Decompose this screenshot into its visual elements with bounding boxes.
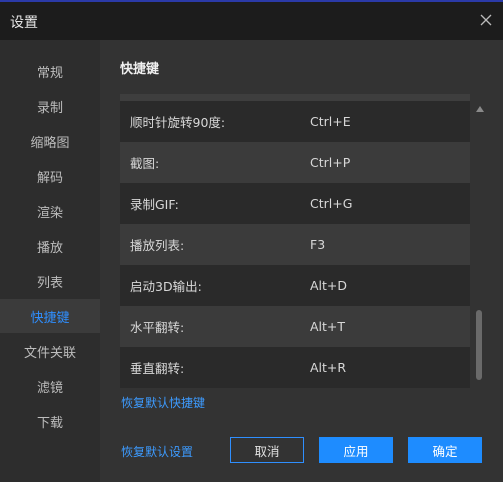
sidebar-item-record[interactable]: 录制 xyxy=(0,89,100,123)
sidebar-item-label: 下载 xyxy=(36,415,63,431)
window-title: 设置 xyxy=(10,15,38,31)
shortcut-key[interactable]: Ctrl+P xyxy=(310,155,350,170)
shortcut-row[interactable]: 顺时针旋转90度: Ctrl+E xyxy=(120,101,470,142)
shortcut-row[interactable]: 播放列表: F3 xyxy=(120,224,470,265)
shortcut-key[interactable]: Ctrl+G xyxy=(310,196,352,211)
sidebar-item-thumbnail[interactable]: 缩略图 xyxy=(0,124,100,158)
restore-default-shortcuts-link[interactable]: 恢复默认快捷键 xyxy=(121,394,205,411)
shortcut-key[interactable]: Alt+R xyxy=(310,360,346,375)
scrollbar-thumb[interactable] xyxy=(476,310,482,380)
shortcut-row[interactable]: 截图: Ctrl+P xyxy=(120,142,470,183)
sidebar-item-filter[interactable]: 滤镜 xyxy=(0,369,100,403)
sidebar-item-label: 快捷键 xyxy=(30,310,70,326)
shortcut-row[interactable]: 录制GIF: Ctrl+G xyxy=(120,183,470,224)
scroll-up-arrow-icon xyxy=(476,106,484,112)
shortcut-key[interactable]: Alt+D xyxy=(310,278,347,293)
sidebar: 常规 录制 缩略图 解码 渲染 播放 列表 快捷键 文件关联 滤镜 下载 xyxy=(0,40,100,482)
shortcut-name: 截图: xyxy=(130,156,160,171)
sidebar-item-render[interactable]: 渲染 xyxy=(0,194,100,228)
shortcut-list: 顺时针旋转90度: Ctrl+E 截图: Ctrl+P 录制GIF: Ctrl+… xyxy=(120,94,470,388)
shortcut-key[interactable]: F3 xyxy=(310,237,325,252)
shortcut-key[interactable]: Ctrl+E xyxy=(310,114,351,129)
shortcut-name: 顺时针旋转90度: xyxy=(130,115,226,130)
shortcut-name: 水平翻转: xyxy=(130,320,185,335)
shortcut-name: 录制GIF: xyxy=(130,197,179,212)
sidebar-item-label: 渲染 xyxy=(36,205,63,221)
apply-button[interactable]: 应用 xyxy=(319,437,393,463)
close-icon xyxy=(480,14,492,26)
shortcut-name: 启动3D输出: xyxy=(130,279,202,294)
sidebar-item-list[interactable]: 列表 xyxy=(0,264,100,298)
sidebar-item-file-association[interactable]: 文件关联 xyxy=(0,334,100,368)
restore-default-settings-link[interactable]: 恢复默认设置 xyxy=(121,443,193,460)
ok-button[interactable]: 确定 xyxy=(408,437,482,463)
sidebar-item-shortcuts[interactable]: 快捷键 xyxy=(0,299,100,333)
shortcut-name: 垂直翻转: xyxy=(130,361,185,376)
title-bar: 设置 xyxy=(0,0,503,40)
close-button[interactable] xyxy=(477,11,495,29)
sidebar-item-label: 滤镜 xyxy=(36,380,63,396)
sidebar-item-label: 文件关联 xyxy=(23,345,76,361)
scroll-up-button[interactable] xyxy=(475,98,485,117)
sidebar-item-download[interactable]: 下载 xyxy=(0,404,100,438)
cancel-button[interactable]: 取消 xyxy=(230,437,304,463)
shortcut-row[interactable]: 垂直翻转: Alt+R xyxy=(120,347,470,388)
sidebar-item-label: 解码 xyxy=(36,170,63,186)
section-title: 快捷键 xyxy=(120,62,160,77)
shortcut-key[interactable]: Alt+T xyxy=(310,319,345,334)
sidebar-item-decode[interactable]: 解码 xyxy=(0,159,100,193)
settings-content: 快捷键 顺时针旋转90度: Ctrl+E 截图: Ctrl+P 录制GIF: C… xyxy=(100,40,503,482)
sidebar-item-general[interactable]: 常规 xyxy=(0,54,100,88)
shortcut-name: 播放列表: xyxy=(130,238,185,253)
sidebar-item-label: 列表 xyxy=(36,275,63,291)
sidebar-item-label: 播放 xyxy=(36,240,63,256)
sidebar-item-label: 常规 xyxy=(36,65,63,81)
sidebar-item-playback[interactable]: 播放 xyxy=(0,229,100,263)
list-top-edge xyxy=(120,94,470,101)
shortcut-row[interactable]: 启动3D输出: Alt+D xyxy=(120,265,470,306)
sidebar-item-label: 录制 xyxy=(36,100,63,116)
shortcut-row[interactable]: 水平翻转: Alt+T xyxy=(120,306,470,347)
sidebar-item-label: 缩略图 xyxy=(30,135,70,151)
